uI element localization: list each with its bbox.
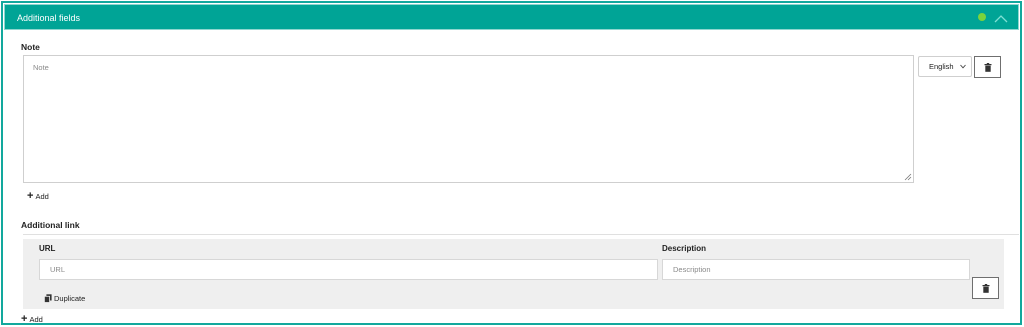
language-selected: English <box>929 62 954 71</box>
url-input[interactable]: URL <box>39 259 658 280</box>
add-note-button[interactable]: + Add <box>27 191 49 202</box>
status-dot-icon <box>978 13 986 21</box>
description-input[interactable]: Description <box>662 259 970 280</box>
chevron-down-icon <box>960 64 966 69</box>
duplicate-label: Duplicate <box>54 294 86 303</box>
add-link-label: Add <box>29 315 43 324</box>
description-placeholder: Description <box>673 265 711 274</box>
add-note-label: Add <box>35 192 49 201</box>
duplicate-button[interactable]: Duplicate <box>44 294 85 303</box>
url-placeholder: URL <box>50 265 66 274</box>
panel-header[interactable]: Additional fields <box>4 4 1019 30</box>
url-column-label: URL <box>39 244 56 253</box>
add-link-button[interactable]: + Add <box>21 314 43 325</box>
description-column-label: Description <box>662 244 707 253</box>
additional-link-row: URL Description URL Description Duplicat… <box>23 239 1004 309</box>
plus-icon: + <box>27 190 34 202</box>
note-label: Note <box>21 42 40 52</box>
language-select[interactable]: English <box>918 56 972 77</box>
copy-icon <box>44 294 52 303</box>
delete-link-button[interactable] <box>972 277 999 299</box>
chevron-up-icon[interactable] <box>993 12 1009 24</box>
additional-link-label: Additional link <box>21 220 80 230</box>
panel-title: Additional fields <box>17 13 81 23</box>
trash-icon <box>982 283 989 293</box>
trash-icon <box>984 62 991 72</box>
delete-note-button[interactable] <box>974 56 1001 78</box>
note-textarea[interactable]: Note <box>23 55 914 183</box>
plus-icon: + <box>21 313 28 325</box>
note-placeholder: Note <box>33 63 49 72</box>
resize-grip-icon[interactable] <box>904 173 912 181</box>
divider <box>23 234 1019 235</box>
additional-fields-panel: Additional fields Note Note English + Ad… <box>1 1 1022 325</box>
